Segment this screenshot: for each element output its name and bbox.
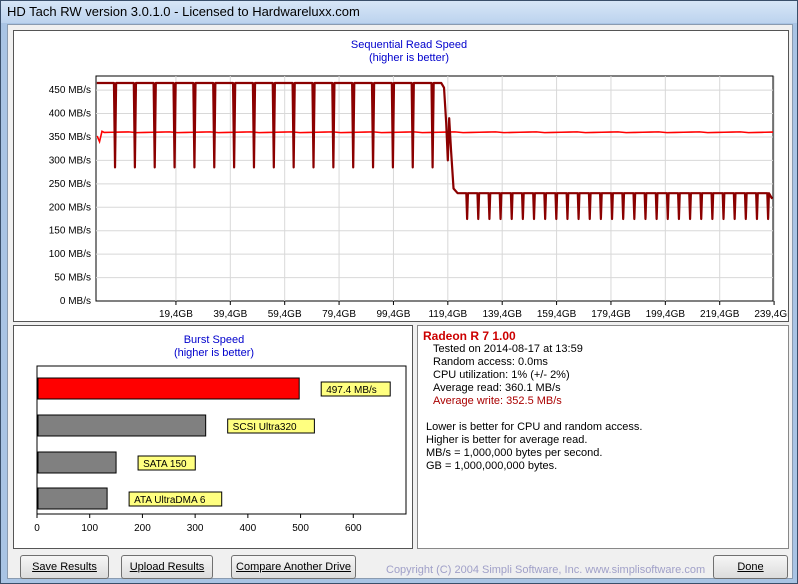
y-tick-label: 250 MB/s (49, 179, 91, 190)
x-tick-label: 39,4GB (213, 309, 247, 320)
note-line: Lower is better for CPU and random acces… (426, 421, 643, 433)
y-tick-label: 0 MB/s (60, 296, 91, 307)
x-tick-label: 19,4GB (159, 309, 193, 320)
burst-bar (37, 487, 108, 510)
x-tick-label: 59,4GB (268, 309, 302, 320)
sequential-read-chart: 0 MB/s 50 MB/s 100 MB/s 150 MB/s 200 MB/s 250… (49, 75, 788, 320)
x-tick-label: 139,4GB (482, 309, 522, 320)
note-line: GB = 1,000,000,000 bytes. (426, 460, 558, 472)
burst-speed-chart: 0 100 200 300 400 500 600 497.4 MB/s SCSI Ultra3… (34, 365, 407, 534)
title-bar[interactable]: HD Tach RW version 3.0.1.0 - Licensed to… (1, 1, 797, 23)
copyright-text: Copyright (C) 2004 Simpli Software, Inc.… (386, 564, 706, 576)
bar-label: SATA 150 (143, 459, 187, 470)
x-tick-label: 600 (345, 523, 362, 534)
burst-bar (37, 377, 300, 400)
x-tick-label: 300 (187, 523, 204, 534)
done-button[interactable]: Done (713, 555, 788, 579)
bar-label: SCSI Ultra320 (233, 422, 297, 433)
upload-results-button[interactable]: Upload Results (121, 555, 213, 579)
x-tick-label: 200 (134, 523, 151, 534)
plot-area (95, 75, 774, 302)
y-tick-label: 50 MB/s (54, 273, 91, 284)
burst-bar (37, 451, 117, 474)
burst-speed-panel: Burst Speed (higher is better) 0 100 200 30… (13, 325, 413, 549)
tested-on: Tested on 2014-08-17 at 13:59 (433, 343, 583, 355)
x-tick-label: 159,4GB (537, 309, 577, 320)
average-write: Average write: 352.5 MB/s (433, 395, 562, 407)
y-tick-label: 450 MB/s (49, 85, 91, 96)
y-tick-label: 350 MB/s (49, 132, 91, 143)
cpu-utilization: CPU utilization: 1% (+/- 2%) (433, 369, 570, 381)
bar-label: ATA UltraDMA 6 (134, 495, 206, 506)
x-tick-label: 119,4GB (428, 309, 467, 320)
x-tick-label: 79,4GB (322, 309, 356, 320)
x-tick-label: 400 (240, 523, 257, 534)
y-tick-label: 400 MB/s (49, 109, 91, 120)
x-tick-label: 239,4GB (754, 309, 788, 320)
drive-name: Radeon R 7 1.00 (423, 329, 516, 343)
x-tick-label: 500 (292, 523, 309, 534)
y-tick-label: 300 MB/s (49, 155, 91, 166)
y-tick-label: 100 MB/s (49, 249, 91, 260)
random-access: Random access: 0.0ms (433, 356, 548, 368)
y-tick-label: 200 MB/s (49, 202, 91, 213)
app-window: HD Tach RW version 3.0.1.0 - Licensed to… (0, 0, 798, 584)
note-line: Higher is better for average read. (426, 434, 588, 446)
average-read: Average read: 360.1 MB/s (433, 382, 561, 394)
burst-bar (37, 414, 207, 437)
note-line: MB/s = 1,000,000 bytes per second. (426, 447, 603, 459)
compare-another-drive-button[interactable]: Compare Another Drive (231, 555, 356, 579)
sequential-read-panel: Sequential Read Speed (higher is better)… (13, 30, 789, 322)
client-area: Sequential Read Speed (higher is better)… (7, 24, 793, 579)
x-tick-label: 219,4GB (700, 309, 740, 320)
x-tick-label: 99,4GB (376, 309, 410, 320)
x-tick-label: 179,4GB (591, 309, 631, 320)
window-title: HD Tach RW version 3.0.1.0 - Licensed to… (7, 4, 360, 19)
info-panel: Radeon R 7 1.00 Tested on 2014-08-17 at … (417, 325, 789, 549)
x-tick-label: 100 (81, 523, 98, 534)
save-results-button[interactable]: Save Results (20, 555, 109, 579)
x-tick-label: 199,4GB (646, 309, 686, 320)
x-tick-label: 0 (34, 523, 40, 534)
bar-label: 497.4 MB/s (326, 385, 377, 396)
y-tick-label: 150 MB/s (49, 226, 91, 237)
